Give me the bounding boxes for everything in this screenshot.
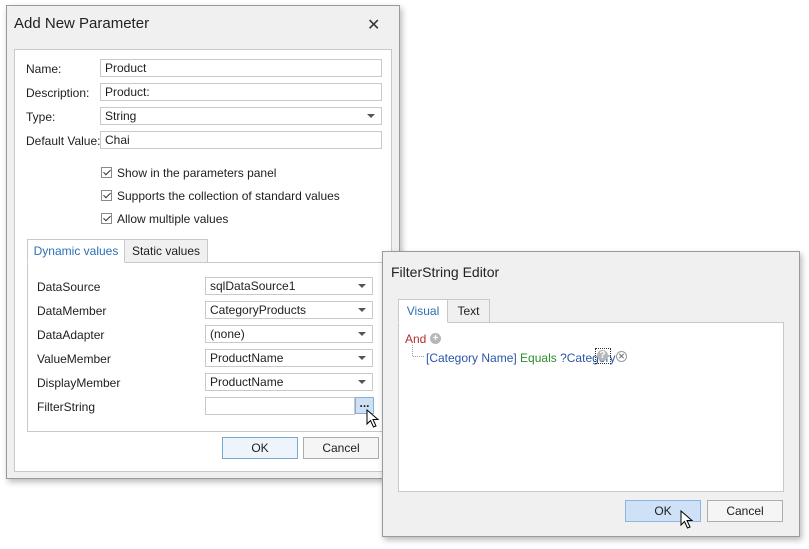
tab-static-values[interactable]: Static values — [124, 239, 208, 263]
type-value: String — [105, 109, 137, 123]
chevron-down-icon[interactable] — [358, 308, 366, 312]
plus-circle-icon[interactable]: + — [430, 333, 441, 344]
close-icon[interactable]: ✕ — [367, 15, 380, 35]
filterstring-label: FilterString — [37, 400, 96, 414]
datasource-value: sqlDataSource1 — [210, 279, 296, 293]
x-circle-icon[interactable]: ✕ — [616, 351, 627, 362]
default-value-label: Default Value: — [26, 134, 101, 148]
ok-button[interactable]: OK — [222, 437, 298, 459]
description-label: Description: — [26, 86, 90, 100]
datamember-value: CategoryProducts — [210, 303, 307, 317]
name-label: Name: — [26, 62, 62, 76]
name-input[interactable]: Product — [100, 59, 382, 77]
cancel-button[interactable]: Cancel — [707, 500, 783, 522]
datamember-combo[interactable]: CategoryProducts — [205, 301, 373, 319]
dataadapter-combo[interactable]: (none) — [205, 325, 373, 343]
dialog-title: FilterString Editor — [391, 264, 500, 280]
dynamic-values-panel: DataSource sqlDataSource1 DataMember Cat… — [27, 262, 383, 432]
valuemember-label: ValueMember — [37, 352, 111, 366]
datamember-label: DataMember — [37, 304, 107, 318]
mouse-cursor-icon — [680, 510, 694, 529]
mouse-cursor-icon — [366, 409, 380, 428]
tab-dynamic-values[interactable]: Dynamic values — [27, 239, 125, 263]
dataadapter-value: (none) — [210, 327, 245, 341]
group-operator-and[interactable]: And — [405, 332, 426, 346]
multiple-values-label: Allow multiple values — [117, 212, 229, 226]
tab-visual[interactable]: Visual — [398, 299, 448, 323]
question-circle-icon: ? — [597, 350, 608, 361]
displaymember-combo[interactable]: ProductName — [205, 373, 373, 391]
add-new-parameter-dialog: Add New Parameter ✕ Name: Product Descri… — [6, 5, 400, 479]
show-in-panel-checkbox[interactable] — [101, 167, 112, 178]
displaymember-value: ProductName — [210, 375, 284, 389]
chevron-down-icon[interactable] — [358, 356, 366, 360]
chevron-down-icon[interactable] — [367, 114, 375, 118]
filterstring-input[interactable] — [205, 397, 355, 415]
default-value-input[interactable]: Chai — [100, 131, 382, 149]
parameter-icon-frame[interactable]: ? — [595, 348, 611, 364]
standard-values-label: Supports the collection of standard valu… — [117, 189, 340, 203]
tree-connector — [412, 345, 425, 357]
condition-property[interactable]: [Category Name] — [426, 351, 517, 365]
filterstring-editor-dialog: FilterString Editor Visual Text And + [C… — [382, 251, 800, 537]
dialog-title: Add New Parameter — [14, 15, 150, 32]
chevron-down-icon[interactable] — [358, 284, 366, 288]
filter-tree-panel: And + [Category Name] Equals ?Category ?… — [398, 322, 784, 492]
dataadapter-label: DataAdapter — [37, 328, 105, 342]
standard-values-checkbox[interactable] — [101, 190, 112, 201]
tab-text[interactable]: Text — [447, 299, 490, 323]
parameter-settings-panel: Name: Product Description: Product: Type… — [14, 49, 392, 472]
chevron-down-icon[interactable] — [358, 332, 366, 336]
cancel-button[interactable]: Cancel — [303, 437, 379, 459]
chevron-down-icon[interactable] — [358, 380, 366, 384]
condition-operator[interactable]: Equals — [520, 351, 557, 365]
valuemember-combo[interactable]: ProductName — [205, 349, 373, 367]
datasource-combo[interactable]: sqlDataSource1 — [205, 277, 373, 295]
type-label: Type: — [26, 110, 56, 124]
condition-row: [Category Name] Equals ?Category — [426, 351, 615, 365]
displaymember-label: DisplayMember — [37, 376, 121, 390]
multiple-values-checkbox[interactable] — [101, 213, 112, 224]
valuemember-value: ProductName — [210, 351, 284, 365]
datasource-label: DataSource — [37, 280, 101, 294]
show-in-panel-label: Show in the parameters panel — [117, 166, 277, 180]
type-combo[interactable]: String — [100, 107, 382, 125]
description-input[interactable]: Product: — [100, 83, 382, 101]
